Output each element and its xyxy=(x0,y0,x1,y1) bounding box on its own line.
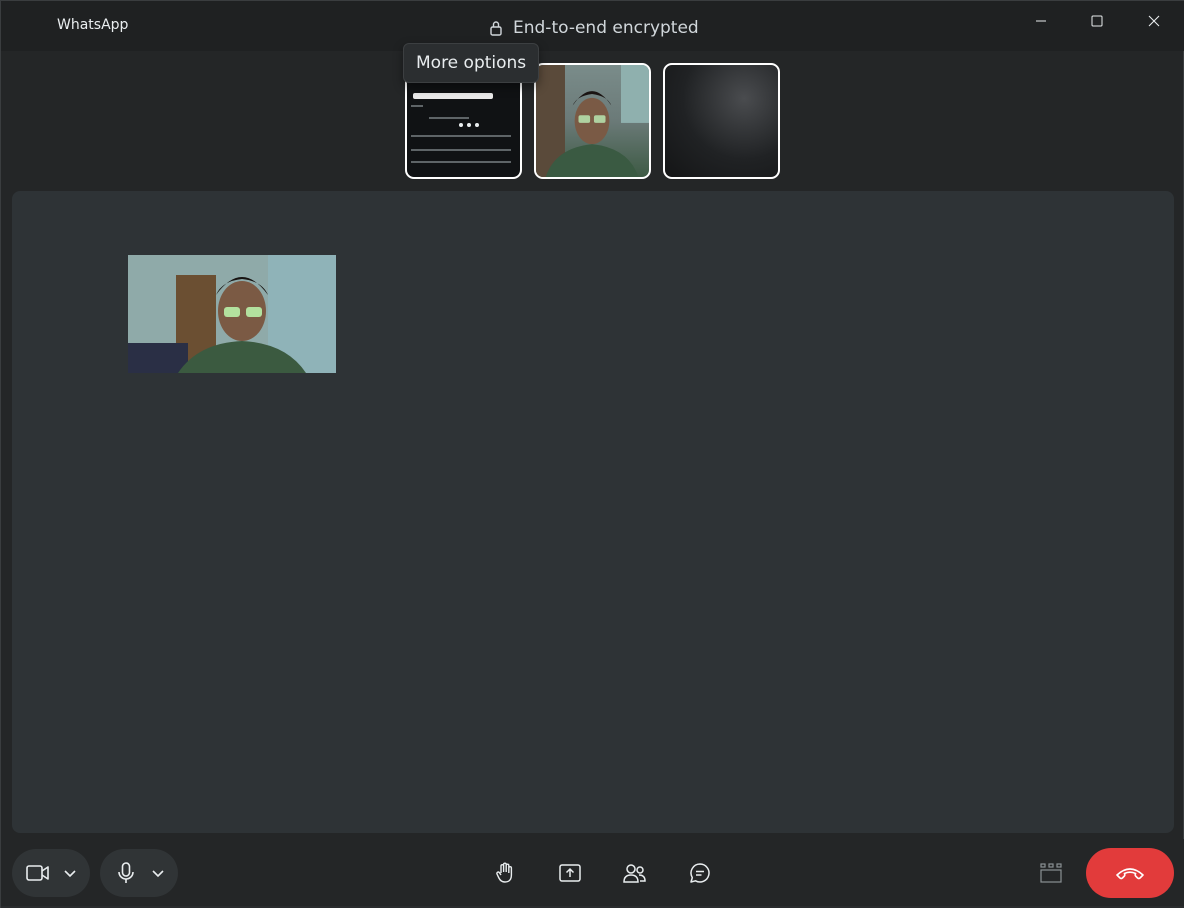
more-options-icon[interactable] xyxy=(459,123,479,127)
microphone-control-group xyxy=(100,849,178,897)
end-call-button[interactable] xyxy=(1086,848,1174,898)
camera-options-button[interactable] xyxy=(58,849,82,897)
end-call-icon xyxy=(1116,868,1144,880)
screen-preview-line xyxy=(411,149,511,151)
minimize-button[interactable] xyxy=(1019,7,1063,35)
close-button[interactable] xyxy=(1132,7,1176,35)
camera-control-group xyxy=(12,849,90,897)
microphone-icon xyxy=(118,862,134,883)
title-bar: WhatsApp End-to-end encrypted xyxy=(1,1,1184,51)
raise-hand-button[interactable] xyxy=(487,857,523,889)
whatsapp-call-window: WhatsApp End-to-end encrypted More optio… xyxy=(0,0,1184,908)
close-icon xyxy=(1148,15,1160,27)
encryption-label: End-to-end encrypted xyxy=(513,18,699,38)
lock-icon xyxy=(490,21,502,36)
call-toolbar xyxy=(1,839,1184,908)
main-video-stage xyxy=(12,191,1174,833)
app-title: WhatsApp xyxy=(57,17,129,33)
layout-button[interactable] xyxy=(1033,857,1069,889)
microphone-options-button[interactable] xyxy=(146,849,170,897)
screen-preview-line xyxy=(411,161,511,163)
screen-preview-line xyxy=(411,135,511,137)
video-camera-icon xyxy=(26,865,49,881)
share-screen-icon xyxy=(559,864,581,882)
chat-icon xyxy=(690,863,710,883)
maximize-button[interactable] xyxy=(1075,7,1119,35)
screen-preview-line xyxy=(429,117,469,119)
person-video-image xyxy=(536,65,649,177)
self-view-video[interactable] xyxy=(128,255,336,373)
share-screen-button[interactable] xyxy=(552,857,588,889)
chevron-down-icon xyxy=(152,870,164,878)
chevron-down-icon xyxy=(64,870,76,878)
self-view-image xyxy=(128,255,336,373)
participant-video-off-thumbnail[interactable] xyxy=(663,63,780,179)
microphone-toggle-button[interactable] xyxy=(106,849,146,897)
raise-hand-icon xyxy=(496,862,513,883)
screen-preview-bar xyxy=(413,93,493,99)
camera-toggle-button[interactable] xyxy=(18,849,58,897)
participants-button[interactable] xyxy=(617,857,653,889)
screen-preview-line xyxy=(411,105,423,107)
chat-button[interactable] xyxy=(682,857,718,889)
layout-icon xyxy=(1040,863,1062,883)
participants-icon xyxy=(623,864,646,883)
maximize-icon xyxy=(1091,15,1103,27)
minimize-icon xyxy=(1036,20,1046,22)
encryption-status: End-to-end encrypted xyxy=(489,18,699,38)
more-options-tooltip: More options xyxy=(403,43,540,83)
participant-video-thumbnail[interactable] xyxy=(534,63,651,179)
